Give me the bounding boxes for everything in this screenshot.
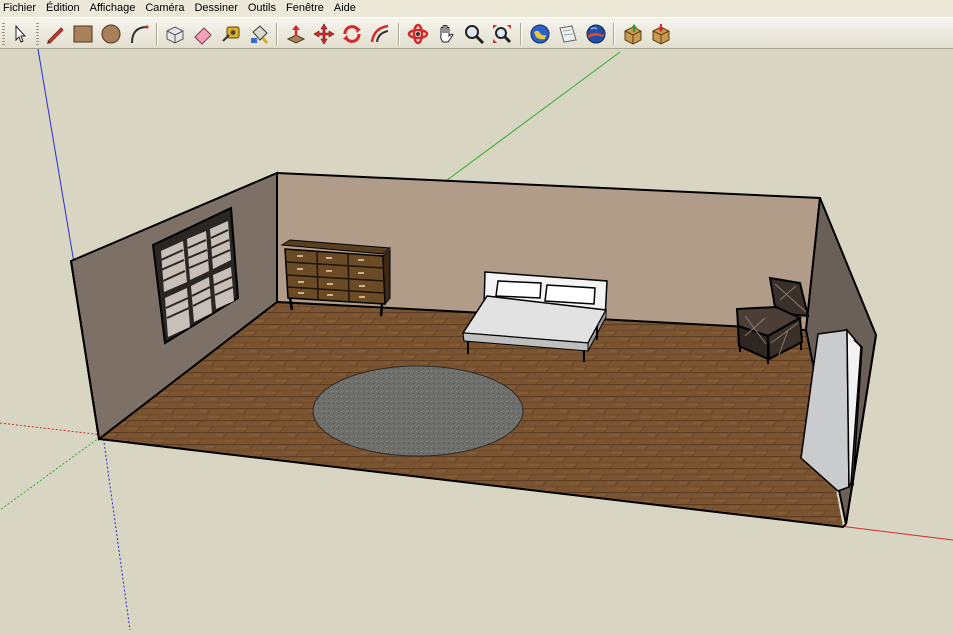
menu-fenetre[interactable]: Fenêtre — [281, 0, 329, 17]
rectangle-tool[interactable] — [71, 22, 95, 46]
menu-outils[interactable]: Outils — [243, 0, 281, 17]
component-icon — [166, 26, 184, 44]
share-model-icon — [559, 25, 577, 43]
rotate-tool[interactable] — [340, 22, 364, 46]
share-model-tool[interactable] — [556, 22, 580, 46]
components-box-icon — [624, 24, 642, 45]
circle-icon — [101, 24, 121, 44]
circle-tool[interactable] — [99, 22, 123, 46]
offset-icon — [370, 24, 389, 43]
toolbar-grip[interactable] — [36, 23, 39, 45]
pencil-icon — [47, 27, 64, 44]
eraser-tool[interactable] — [191, 22, 215, 46]
select-tool[interactable] — [8, 22, 32, 46]
menu-aide[interactable]: Aide — [329, 0, 361, 17]
google-earth-tool[interactable] — [584, 22, 608, 46]
tape-measure-tool[interactable] — [219, 22, 243, 46]
toolbar-separator — [520, 23, 522, 45]
earth-icon — [586, 24, 606, 44]
toolbar-separator — [276, 23, 278, 45]
paint-bucket-tool[interactable] — [247, 22, 271, 46]
hand-icon — [440, 25, 454, 43]
modeling-viewport[interactable] — [0, 48, 953, 631]
menu-fichier[interactable]: Fichier — [0, 0, 41, 17]
paint-bucket-icon — [251, 25, 269, 45]
toolbar — [0, 17, 953, 49]
push-pull-tool[interactable] — [284, 22, 308, 46]
zoom-extents-icon — [493, 25, 512, 44]
arc-icon — [131, 25, 149, 44]
scene-canvas — [0, 48, 953, 631]
zoom-extents-tool[interactable] — [490, 22, 514, 46]
menu-affichage[interactable]: Affichage — [85, 0, 141, 17]
menu-camera[interactable]: Caméra — [140, 0, 189, 17]
rotate-icon — [343, 25, 361, 43]
zoom-tool[interactable] — [462, 22, 486, 46]
make-component-tool[interactable] — [163, 22, 187, 46]
orbit-tool[interactable] — [406, 22, 430, 46]
line-tool[interactable] — [43, 22, 67, 46]
blue-axis-negative — [102, 434, 131, 631]
orbit-icon — [407, 23, 429, 45]
round-rug — [312, 365, 524, 457]
offset-tool[interactable] — [368, 22, 392, 46]
share-component-icon — [652, 24, 670, 45]
get-models-tool[interactable] — [528, 22, 552, 46]
tape-measure-icon — [222, 26, 240, 42]
menu-bar: Fichier Édition Affichage Caméra Dessine… — [0, 0, 953, 17]
pan-tool[interactable] — [434, 22, 458, 46]
toolbar-grip[interactable] — [2, 23, 5, 45]
move-tool[interactable] — [312, 22, 336, 46]
menu-dessiner[interactable]: Dessiner — [189, 0, 242, 17]
arrow-cursor-icon — [15, 24, 27, 43]
rectangle-icon — [73, 25, 93, 43]
toolbar-separator — [398, 23, 400, 45]
magnifier-icon — [465, 25, 485, 45]
toolbar-separator — [613, 23, 615, 45]
move-arrows-icon — [313, 23, 335, 45]
arc-tool[interactable] — [127, 22, 151, 46]
share-component-tool[interactable] — [649, 22, 673, 46]
globe-icon — [530, 24, 550, 44]
push-pull-icon — [286, 25, 306, 44]
get-components-tool[interactable] — [621, 22, 645, 46]
eraser-icon — [194, 27, 212, 45]
toolbar-separator — [156, 23, 158, 45]
red-axis-negative — [0, 422, 104, 436]
green-axis-negative — [0, 434, 104, 511]
menu-edition[interactable]: Édition — [41, 0, 85, 17]
